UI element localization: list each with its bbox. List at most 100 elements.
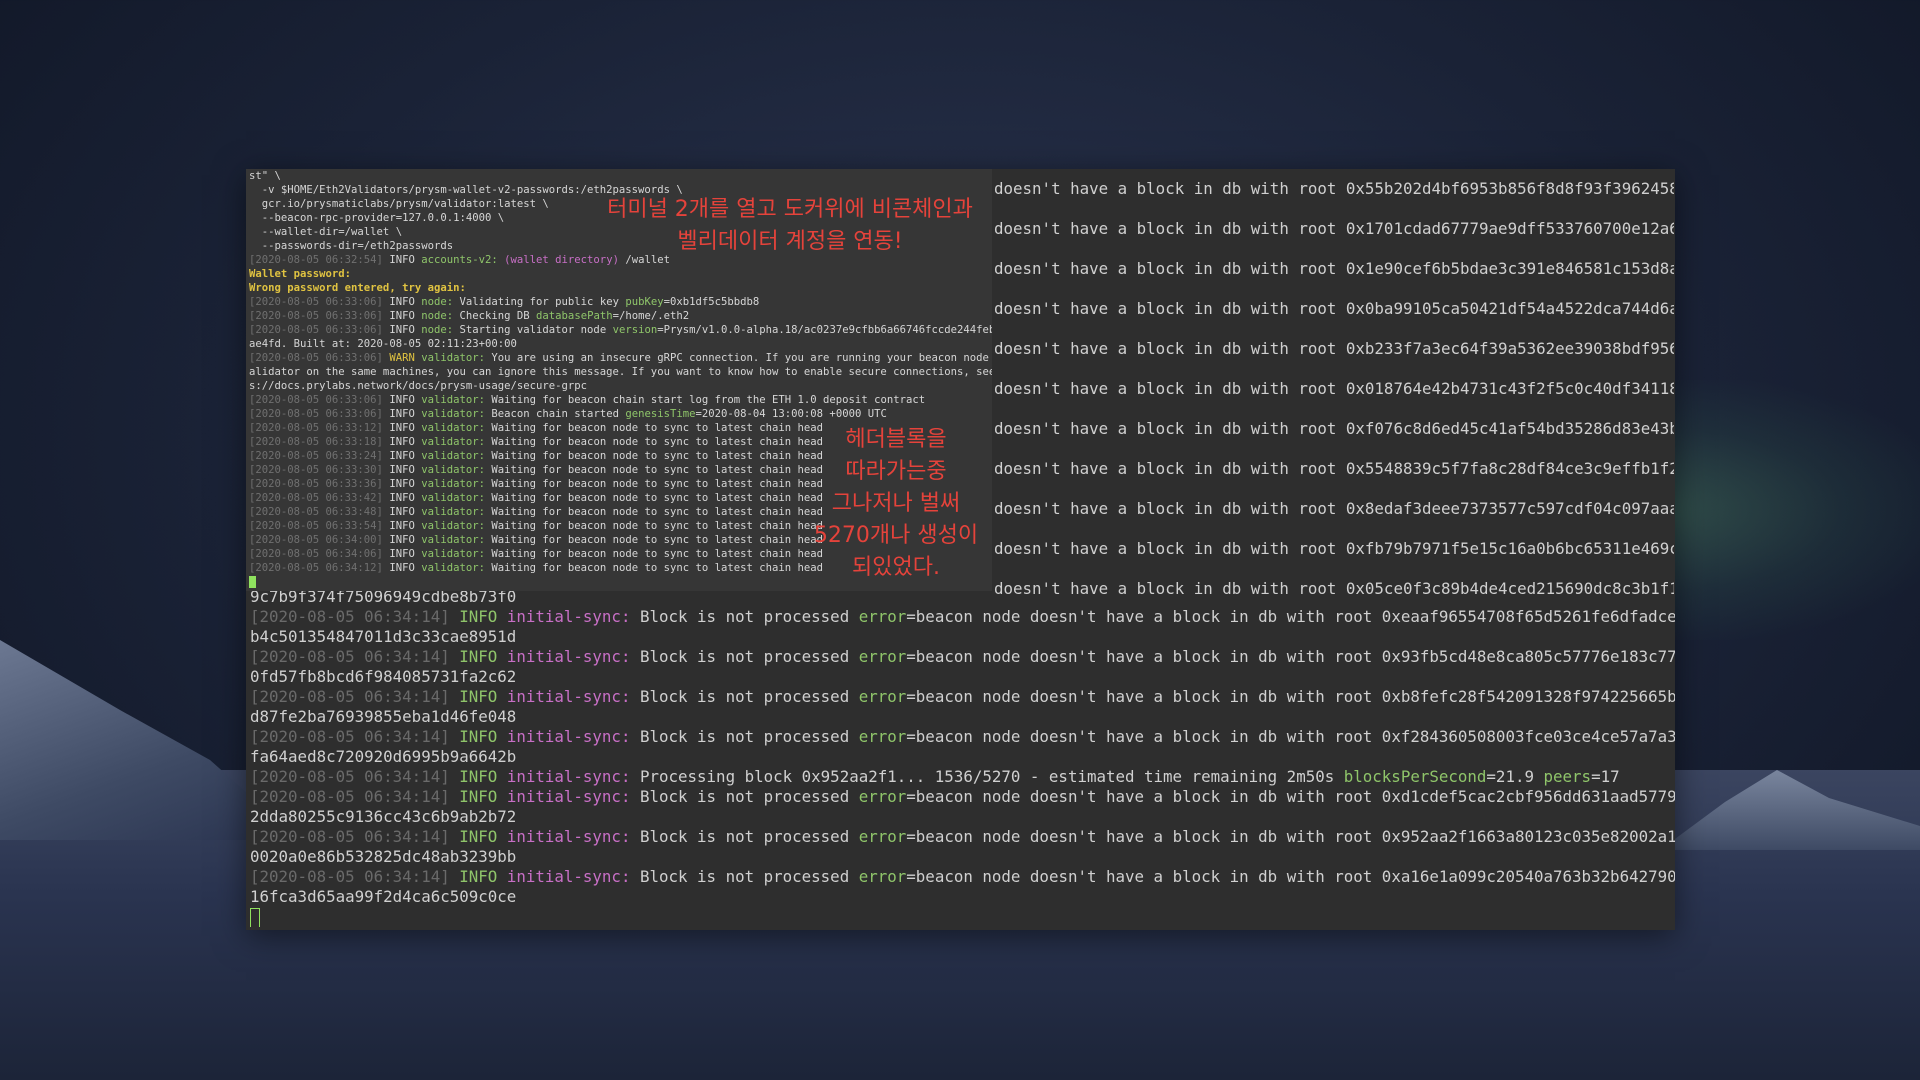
log-segment: accounts-v2:	[421, 254, 505, 266]
log-value: =beacon node doesn't have a block in db …	[906, 827, 1675, 846]
log-segment: [2020-08-05 06:34:00]	[249, 534, 390, 546]
log-message: Processing block 0x952aa2f1... 1536/5270…	[639, 767, 1344, 786]
log-segment: INFO	[389, 422, 422, 434]
log-text: 2dda80255c9136cc43c6b9ab2b72	[250, 807, 517, 826]
log-text: d87fe2ba76939855eba1d46fe048	[250, 707, 517, 726]
log-segment: You are using an insecure gRPC connectio…	[491, 352, 992, 364]
log-source: initial-sync:	[506, 647, 631, 666]
log-timestamp: [2020-08-05 06:34:14]	[250, 867, 450, 886]
log-segment: INFO	[389, 310, 422, 322]
log-segment: Waiting for beacon node to sync to lates…	[491, 520, 824, 532]
log-message: Block is not processed	[639, 827, 859, 846]
log-segment: INFO	[389, 324, 422, 336]
log-key: error	[858, 867, 907, 886]
log-text: 0fd57fb8bcd6f984085731fa2c62	[250, 667, 517, 686]
log-segment: INFO	[389, 296, 422, 308]
validator-log-line: [2020-08-05 06:33:06] INFO node: Checkin…	[246, 309, 992, 323]
log-segment: validator:	[421, 464, 492, 476]
validator-log-line: [2020-08-05 06:33:06] INFO node: Validat…	[246, 295, 992, 309]
log-line: 2dda80255c9136cc43c6b9ab2b72	[250, 807, 1675, 827]
log-segment: Waiting for beacon node to sync to lates…	[491, 548, 824, 560]
log-segment: Validating for public key	[459, 296, 626, 308]
log-segment: Wrong password entered, try again:	[249, 282, 466, 294]
log-segment: node:	[421, 296, 460, 308]
log-segment: validator:	[421, 436, 492, 448]
log-segment: [2020-08-05 06:33:18]	[249, 436, 390, 448]
log-value: =beacon node doesn't have a block in db …	[906, 607, 1675, 626]
beacon-log-lines: 9c7b9f374f75096949cdbe8b73f0 [2020-08-05 …	[250, 587, 1675, 927]
log-level: INFO	[459, 727, 498, 746]
log-line-tail: doesn't have a block in db with root 0x5…	[994, 459, 1674, 478]
log-segment: =2020-08-04 13:00:08 +0000 UTC	[695, 408, 887, 420]
log-line: [2020-08-05 06:34:14] INFO initial-sync:…	[250, 687, 1675, 707]
log-segment: [2020-08-05 06:33:42]	[249, 492, 390, 504]
log-segment: [2020-08-05 06:33:36]	[249, 478, 390, 490]
log-text: 16fca3d65aa99f2d4ca6c509c0ce	[250, 887, 517, 906]
log-line: [2020-08-05 06:34:14] INFO initial-sync:…	[250, 607, 1675, 627]
log-segment: Wallet password:	[249, 268, 352, 280]
log-line: 16fca3d65aa99f2d4ca6c509c0ce	[250, 887, 1675, 907]
log-text: b4c501354847011d3c33cae8951d	[250, 627, 517, 646]
log-segment: INFO	[389, 254, 422, 266]
log-segment: Waiting for beacon node to sync to lates…	[491, 478, 824, 490]
log-segment: [2020-08-05 06:33:54]	[249, 520, 390, 532]
log-segment: INFO	[389, 408, 422, 420]
log-segment: [2020-08-05 06:33:12]	[249, 422, 390, 434]
log-segment: =Prysm/v1.0.0-alpha.18/ac0237e9cfbb6a667…	[657, 324, 992, 336]
annotation-line: 그나저나 벌써	[831, 491, 961, 516]
log-segment: genesisTime	[625, 408, 696, 420]
log-line: fa64aed8c720920d6995b9a6642b	[250, 747, 1675, 767]
log-segment: [2020-08-05 06:33:06]	[249, 296, 390, 308]
validator-log-line: [2020-08-05 06:33:06] INFO validator: Be…	[246, 407, 992, 421]
log-segment: [2020-08-05 06:33:06]	[249, 352, 390, 364]
log-level: INFO	[459, 647, 498, 666]
log-key: error	[858, 607, 907, 626]
log-line-tail: doesn't have a block in db with root 0xf…	[994, 419, 1674, 438]
log-segment: pubKey	[625, 296, 664, 308]
log-segment: s://docs.prylabs.network/docs/prysm-usag…	[249, 380, 588, 392]
log-line: b4c501354847011d3c33cae8951d	[250, 627, 1675, 647]
validator-log-line: Wrong password entered, try again:	[246, 281, 992, 295]
log-segment: Waiting for beacon node to sync to lates…	[491, 562, 824, 574]
log-timestamp: [2020-08-05 06:34:14]	[250, 787, 450, 806]
log-message: Block is not processed	[639, 727, 859, 746]
log-segment: validator:	[421, 450, 492, 462]
log-source: initial-sync:	[506, 827, 631, 846]
log-segment: [2020-08-05 06:33:06]	[249, 324, 390, 336]
log-line-tail: doesn't have a block in db with root 0x1…	[994, 219, 1674, 238]
annotation-top: 터미널 2개를 열고 도커위에 비콘체인과 벨리데이터 계정을 연동!	[600, 194, 980, 258]
log-line-tail: doesn't have a block in db with root 0x0…	[994, 379, 1674, 398]
log-segment: gcr.io/prysmaticlabs/prysm/validator:lat…	[249, 198, 549, 210]
log-source: initial-sync:	[506, 687, 631, 706]
log-segment: --wallet-dir=/wallet \	[249, 226, 403, 238]
log-level: INFO	[459, 607, 498, 626]
log-segment: [2020-08-05 06:34:12]	[249, 562, 390, 574]
annotation-line: 헤더블록을	[845, 427, 947, 452]
log-line: [2020-08-05 06:34:14] INFO initial-sync:…	[250, 767, 1675, 787]
log-level: INFO	[459, 787, 498, 806]
log-segment: Waiting for beacon chain start log from …	[491, 394, 926, 406]
log-segment: validator:	[421, 394, 492, 406]
log-segment: validator:	[421, 422, 492, 434]
log-line: [2020-08-05 06:34:14] INFO initial-sync:…	[250, 647, 1675, 667]
log-segment: validator:	[421, 408, 492, 420]
validator-log-line: [2020-08-05 06:33:06] INFO validator: Wa…	[246, 393, 992, 407]
log-segment: INFO	[389, 478, 422, 490]
log-value: =beacon node doesn't have a block in db …	[906, 727, 1675, 746]
log-level: INFO	[459, 767, 498, 786]
log-level: INFO	[459, 867, 498, 886]
validator-log-line: [2020-08-05 06:33:06] WARN validator: Yo…	[246, 351, 992, 365]
log-key: error	[858, 687, 907, 706]
log-message: Block is not processed	[639, 787, 859, 806]
log-timestamp: [2020-08-05 06:34:14]	[250, 767, 450, 786]
log-message: Block is not processed	[639, 607, 859, 626]
log-source: initial-sync:	[506, 727, 631, 746]
log-line: [2020-08-05 06:34:14] INFO initial-sync:…	[250, 787, 1675, 807]
log-source: initial-sync:	[506, 767, 631, 786]
log-segment: [2020-08-05 06:33:06]	[249, 394, 390, 406]
log-value: =beacon node doesn't have a block in db …	[906, 687, 1675, 706]
log-line-tail: doesn't have a block in db with root 0xf…	[994, 539, 1674, 558]
log-segment: INFO	[389, 506, 422, 518]
log-timestamp: [2020-08-05 06:34:14]	[250, 607, 450, 626]
log-key: blocksPerSecond	[1343, 767, 1487, 786]
